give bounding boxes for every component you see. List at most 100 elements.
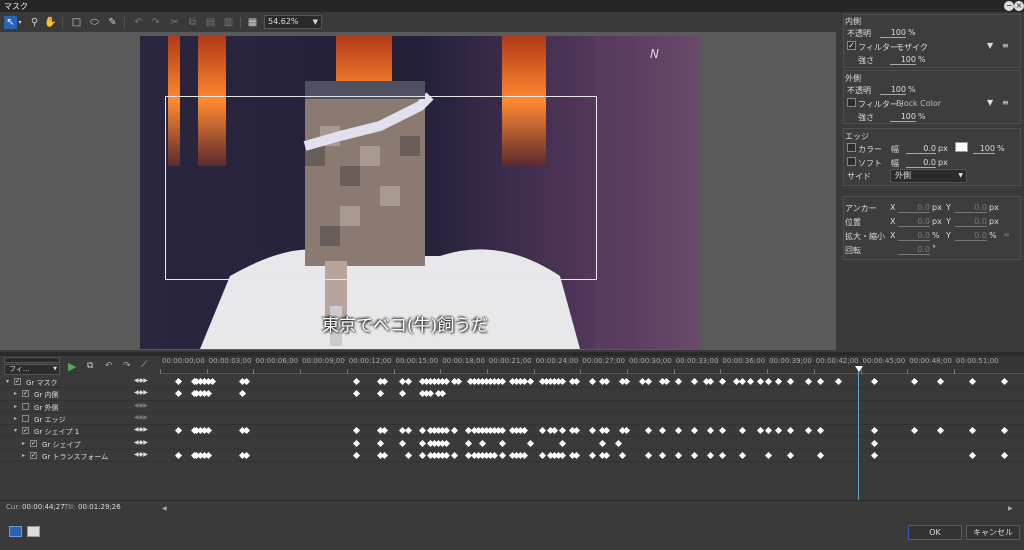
keyframe[interactable] bbox=[622, 427, 631, 435]
rotation-input[interactable]: 0.0 bbox=[898, 245, 930, 255]
keyframe[interactable] bbox=[614, 439, 623, 447]
keyframe[interactable] bbox=[498, 451, 507, 459]
keyframe[interactable] bbox=[558, 451, 567, 459]
timeline-track-row[interactable]: ▸ ✓ Gr シェイプ ◀◆▶ bbox=[0, 438, 1024, 450]
keyframe[interactable] bbox=[438, 390, 447, 398]
keyframe[interactable] bbox=[718, 377, 727, 386]
timeline-track-row[interactable]: ▸ Gr エッジ ◀◆▶ bbox=[0, 413, 1024, 426]
keyframe[interactable] bbox=[352, 439, 361, 447]
keyframe[interactable] bbox=[404, 427, 413, 435]
keyframe[interactable] bbox=[352, 427, 361, 435]
keyframe[interactable] bbox=[968, 427, 977, 435]
link-icon[interactable]: ∞ bbox=[1003, 230, 1010, 239]
keyframe[interactable] bbox=[786, 377, 795, 386]
track-enable-checkbox[interactable]: ✓ bbox=[22, 390, 29, 398]
keyframe[interactable] bbox=[738, 377, 747, 386]
keyframe[interactable] bbox=[526, 439, 535, 447]
keyframe[interactable] bbox=[816, 451, 825, 459]
scale-y-input[interactable]: 0.0 bbox=[955, 231, 987, 241]
keyframe[interactable] bbox=[352, 451, 361, 459]
keyframe[interactable] bbox=[870, 427, 879, 435]
keyframe[interactable] bbox=[870, 451, 879, 459]
keyframe[interactable] bbox=[404, 377, 413, 386]
keyframe[interactable] bbox=[756, 427, 765, 435]
expand-arrow-icon[interactable]: ▾ bbox=[6, 378, 9, 385]
track-enable-checkbox[interactable] bbox=[22, 402, 29, 410]
keyframe[interactable] bbox=[644, 427, 653, 435]
keyframe[interactable] bbox=[352, 377, 361, 386]
keyframe[interactable] bbox=[572, 427, 581, 435]
outer-filter-checkbox[interactable] bbox=[847, 98, 856, 107]
keyframe[interactable] bbox=[756, 377, 765, 386]
keyframe[interactable] bbox=[718, 427, 727, 435]
graph-icon[interactable]: ⟋ bbox=[141, 360, 147, 370]
play-icon[interactable]: ▶ bbox=[68, 360, 76, 373]
edge-color-width-input[interactable]: 0.0 bbox=[906, 144, 936, 154]
expand-arrow-icon[interactable]: ▸ bbox=[14, 403, 17, 410]
keyframe-nav-icon[interactable]: ◀◆▶ bbox=[134, 402, 148, 409]
keyframe[interactable] bbox=[538, 427, 547, 435]
inner-filter-checkbox[interactable] bbox=[847, 41, 856, 50]
timeline-track-row[interactable]: ▸ Gr 外側 ◀◆▶ bbox=[0, 401, 1024, 413]
timeline-zoom-slider[interactable] bbox=[4, 357, 60, 363]
keyframe[interactable] bbox=[910, 377, 919, 386]
keyframe[interactable] bbox=[526, 377, 535, 386]
keyframe[interactable] bbox=[376, 439, 385, 447]
keyframe[interactable] bbox=[204, 390, 213, 398]
timeline-track-row[interactable]: ▸ ✓ Gr 内側 ◀◆▶ bbox=[0, 388, 1024, 401]
keyframe[interactable] bbox=[764, 427, 773, 435]
playhead[interactable] bbox=[858, 366, 859, 500]
keyframe[interactable] bbox=[764, 377, 773, 386]
redo-icon[interactable]: ↷ bbox=[123, 361, 131, 371]
keyframe[interactable] bbox=[690, 427, 699, 435]
track-enable-checkbox[interactable]: ✓ bbox=[30, 439, 37, 447]
keyframe[interactable] bbox=[738, 451, 747, 459]
keyframe[interactable] bbox=[1000, 427, 1009, 435]
filter-funnel-icon[interactable]: ▼ bbox=[987, 98, 993, 107]
keyframe[interactable] bbox=[376, 390, 385, 398]
minimize-icon[interactable]: − bbox=[1004, 1, 1014, 11]
inner-strength-input[interactable]: 100 bbox=[890, 55, 916, 65]
grid-icon[interactable]: ▦ bbox=[246, 16, 259, 29]
keyframe[interactable] bbox=[644, 451, 653, 459]
keyframe[interactable] bbox=[804, 377, 813, 386]
keyframe[interactable] bbox=[520, 427, 529, 435]
cut-icon[interactable]: ✂ bbox=[168, 16, 181, 29]
playhead-handle[interactable] bbox=[855, 366, 863, 372]
close-icon[interactable]: × bbox=[1014, 1, 1024, 11]
keyframe[interactable] bbox=[490, 451, 499, 459]
expand-arrow-icon[interactable]: ▸ bbox=[14, 415, 17, 422]
keyframe[interactable] bbox=[204, 451, 213, 459]
keyframe[interactable] bbox=[1000, 451, 1009, 459]
expand-arrow-icon[interactable]: ▸ bbox=[22, 440, 25, 447]
edge-color-swatch[interactable] bbox=[955, 142, 968, 152]
keyframe[interactable] bbox=[816, 427, 825, 435]
keyframe[interactable] bbox=[418, 451, 427, 459]
keyframe[interactable] bbox=[774, 427, 783, 435]
hand-icon[interactable]: ✋ bbox=[44, 16, 57, 29]
keyframe[interactable] bbox=[174, 451, 183, 459]
redo-icon[interactable]: ↷ bbox=[149, 16, 162, 29]
keyframe[interactable] bbox=[674, 377, 683, 386]
zoom-icon[interactable]: ⚲ bbox=[28, 16, 41, 29]
scale-x-input[interactable]: 0.0 bbox=[898, 231, 930, 241]
keyframe[interactable] bbox=[174, 427, 183, 435]
chevron-down-icon[interactable]: ▾ bbox=[17, 16, 23, 29]
list-icon[interactable]: ≡ bbox=[1002, 41, 1009, 50]
timeline-view-dropdown[interactable]: フィ... ▼ bbox=[4, 364, 60, 375]
edge-side-dropdown[interactable]: 外側 ▼ bbox=[890, 169, 967, 183]
keyframe[interactable] bbox=[618, 451, 627, 459]
keyframe[interactable] bbox=[238, 390, 247, 398]
keyframe[interactable] bbox=[738, 427, 747, 435]
keyframe[interactable] bbox=[242, 427, 251, 435]
keyframe[interactable] bbox=[242, 451, 251, 459]
keyframe-nav-icon[interactable]: ◀◆▶ bbox=[134, 439, 148, 446]
keyframe-nav-icon[interactable]: ◀◆▶ bbox=[134, 389, 148, 396]
keyframe[interactable] bbox=[706, 377, 715, 386]
keyframe[interactable] bbox=[174, 377, 183, 386]
keyframe[interactable] bbox=[644, 377, 653, 386]
keyframe[interactable] bbox=[706, 451, 715, 459]
keyframe[interactable] bbox=[550, 427, 559, 435]
keyframe[interactable] bbox=[380, 427, 389, 435]
keyframe[interactable] bbox=[588, 451, 597, 459]
